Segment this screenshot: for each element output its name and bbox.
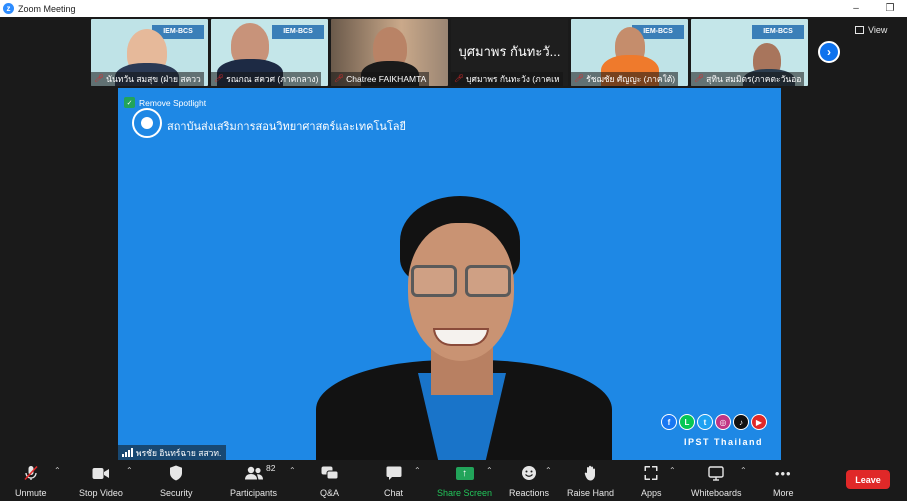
share-screen-button[interactable]: ↑ Share Screen — [437, 464, 492, 498]
remove-spotlight-button[interactable]: ✓ Remove Spotlight — [124, 96, 206, 109]
chevron-right-icon: › — [827, 45, 831, 59]
mic-muted-icon — [23, 464, 39, 482]
remove-spotlight-label: Remove Spotlight — [139, 97, 207, 108]
window-title: Zoom Meeting — [18, 3, 76, 14]
line-icon: L — [679, 414, 695, 430]
shield-icon — [169, 464, 183, 482]
minimize-icon: – — [853, 3, 859, 14]
participant-strip: IEM-BCS 🎤︎ นันทวัน สมสุข (ฝ่าย สควว IEM-B… — [0, 17, 907, 87]
zoom-meeting-window: z Zoom Meeting – ❐ IEM-BCS 🎤︎ นันทวัน สมส… — [0, 0, 907, 501]
zoom-logo-icon: z — [3, 3, 14, 14]
reactions-options-caret[interactable]: ⌃ — [545, 466, 552, 475]
reactions-button[interactable]: Reactions — [509, 464, 549, 498]
stop-video-button[interactable]: Stop Video — [79, 464, 123, 498]
participant-tile[interactable]: IEM-BCS 🎤︎ นันทวัน สมสุข (ฝ่าย สควว — [91, 19, 208, 86]
ipst-logo-icon — [132, 108, 162, 138]
youtube-icon: ▶ — [751, 414, 767, 430]
more-dots-icon: ••• — [774, 465, 792, 481]
participant-name: 🎤︎ Chatree FAIKHAMTA — [331, 72, 430, 86]
view-button[interactable]: View — [855, 23, 887, 37]
restore-icon: ❐ — [885, 3, 895, 14]
participant-tile[interactable]: บุศมาพร กันทะวั... 🎤︎ บุศมาพร กันทะวัง (ภ… — [451, 19, 568, 86]
tiktok-icon: ♪ — [733, 414, 749, 430]
view-label: View — [868, 25, 888, 35]
presenter-glasses — [409, 265, 513, 299]
event-banner: IEM-BCS — [272, 25, 324, 39]
qa-bubbles-icon — [321, 464, 339, 482]
chat-options-caret[interactable]: ⌃ — [414, 466, 421, 475]
speaker-name: พรชัย อินทร์ฉาย สสวท. — [136, 447, 222, 458]
apps-icon — [643, 464, 659, 482]
participant-tile[interactable]: IEM-BCS 🎤︎ รณกณ สควศ (ภาคกลาง) — [211, 19, 328, 86]
participant-name: 🎤︎ รณกณ สควศ (ภาคกลาง) — [211, 72, 322, 86]
signal-bars-icon — [122, 448, 133, 457]
spotlight-video[interactable]: สถาบันส่งเสริมการสอนวิทยาศาสตร์และเทคโนโ… — [118, 88, 781, 460]
more-button[interactable]: ••• More — [773, 464, 794, 499]
mic-muted-icon: 🎤︎ — [574, 74, 585, 83]
grid-view-icon — [855, 26, 864, 34]
qa-button[interactable]: Q&A — [320, 464, 339, 498]
smiley-icon — [521, 464, 537, 482]
minimize-button[interactable]: – — [839, 0, 873, 17]
brand-text: IPST Thailand — [683, 437, 763, 447]
video-camera-icon — [92, 464, 110, 482]
instagram-icon: ◎ — [715, 414, 731, 430]
unmute-button[interactable]: Unmute — [15, 464, 47, 498]
mic-muted-icon: 🎤︎ — [454, 74, 465, 83]
apps-options-caret[interactable]: ⌃ — [669, 466, 676, 475]
leave-button[interactable]: Leave — [846, 470, 890, 489]
twitter-icon: t — [697, 414, 713, 430]
participant-name: 🎤︎ รัชฌชัย ศัญญะ (ภาคใต้) — [571, 72, 679, 86]
mic-muted-icon: 🎤︎ — [334, 74, 345, 83]
share-screen-icon: ↑ — [455, 464, 474, 482]
chat-button[interactable]: Chat — [384, 464, 403, 498]
shield-check-icon: ✓ — [124, 97, 135, 108]
video-options-caret[interactable]: ⌃ — [126, 466, 133, 475]
restore-button[interactable]: ❐ — [873, 0, 907, 17]
participant-name: 🎤︎ สุทิน สมมิตร(ภาคตะวันออ — [691, 72, 805, 86]
facebook-icon: f — [661, 414, 677, 430]
org-name: สถาบันส่งเสริมการสอนวิทยาศาสตร์และเทคโนโ… — [167, 120, 406, 133]
mic-muted-icon: 🎤︎ — [694, 74, 705, 83]
hand-icon — [584, 464, 598, 482]
people-icon — [244, 464, 264, 482]
participant-tile[interactable]: IEM-BCS 🎤︎ สุทิน สมมิตร(ภาคตะวันออ — [691, 19, 808, 86]
participants-options-caret[interactable]: ⌃ — [289, 466, 296, 475]
participant-tile[interactable]: IEM-BCS 🎤︎ รัชฌชัย ศัญญะ (ภาคใต้) — [571, 19, 688, 86]
raise-hand-button[interactable]: Raise Hand — [567, 464, 614, 498]
participant-name: 🎤︎ นันทวัน สมสุข (ฝ่าย สควว — [91, 72, 204, 86]
event-banner: IEM-BCS — [752, 25, 804, 39]
speaker-name-tag: พรชัย อินทร์ฉาย สสวท. — [118, 445, 227, 460]
security-button[interactable]: Security — [160, 464, 193, 498]
whiteboard-icon — [708, 464, 724, 482]
meeting-toolbar: Unmute ⌃ Stop Video ⌃ Security Participa… — [0, 460, 907, 501]
participant-tile[interactable]: 🎤︎ Chatree FAIKHAMTA — [331, 19, 448, 86]
participant-display-name: บุศมาพร กันทะวั... — [458, 44, 561, 59]
mic-muted-icon: 🎤︎ — [94, 74, 105, 83]
title-bar: z Zoom Meeting – ❐ — [0, 0, 907, 17]
chat-bubble-icon — [386, 464, 402, 482]
window-controls: – ❐ — [839, 0, 907, 17]
participant-name: 🎤︎ บุศมาพร กันทะวัง (ภาคเห — [451, 72, 563, 86]
whiteboards-options-caret[interactable]: ⌃ — [740, 466, 747, 475]
apps-button[interactable]: Apps — [641, 464, 662, 498]
share-options-caret[interactable]: ⌃ — [486, 466, 493, 475]
whiteboards-button[interactable]: Whiteboards — [691, 464, 742, 498]
mic-muted-icon: 🎤︎ — [214, 74, 225, 83]
audio-options-caret[interactable]: ⌃ — [54, 466, 61, 475]
participants-count: 82 — [266, 463, 276, 473]
next-page-button[interactable]: › — [818, 41, 840, 63]
social-icons: f L t ◎ ♪ ▶ — [661, 414, 767, 430]
